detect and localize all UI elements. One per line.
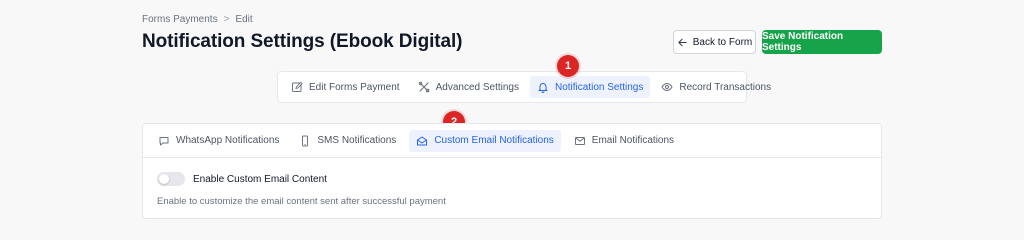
tab-label: Record Transactions (679, 81, 772, 93)
breadcrumb-current: Edit (235, 14, 253, 25)
tab-label: Notification Settings (554, 81, 644, 93)
arrow-left-icon (678, 38, 687, 46)
step-badge-1: 1 (557, 55, 579, 77)
eye-icon (661, 82, 673, 92)
notification-card: WhatsApp Notifications SMS Notifications… (142, 123, 882, 219)
phone-icon (302, 135, 309, 146)
page-title: Notification Settings (Ebook Digital) (142, 31, 463, 52)
tab-label: Edit Forms Payment (309, 81, 400, 93)
breadcrumb-parent[interactable]: Forms Payments (142, 14, 218, 25)
tab-advanced-settings[interactable]: Advanced Settings (411, 76, 526, 98)
save-notification-settings-button[interactable]: Save Notification Settings (762, 30, 882, 54)
tab-notification-settings[interactable]: Notification Settings (529, 76, 651, 98)
mail-icon (574, 136, 585, 145)
tab-label: Custom Email Notifications (434, 135, 554, 146)
sub-tabs: WhatsApp Notifications SMS Notifications… (143, 124, 881, 158)
back-to-form-label: Back to Form (692, 36, 753, 48)
breadcrumb-separator: > (223, 14, 230, 25)
tab-label: Email Notifications (591, 135, 675, 146)
toggle-label: Enable Custom Email Content (193, 173, 327, 185)
subtab-sms-notifications[interactable]: SMS Notifications (292, 130, 403, 152)
tab-label: SMS Notifications (317, 135, 397, 146)
subtab-whatsapp-notifications[interactable]: WhatsApp Notifications (151, 130, 286, 152)
tab-record-transactions[interactable]: Record Transactions (654, 76, 778, 98)
enable-custom-email-toggle[interactable] (157, 172, 185, 186)
breadcrumb: Forms Payments > Edit (142, 14, 253, 25)
toggle-row: Enable Custom Email Content (157, 172, 867, 186)
tab-label: Advanced Settings (435, 81, 519, 93)
tools-icon (418, 81, 429, 93)
main-tabs: Edit Forms Payment Advanced Settings Not… (277, 71, 771, 103)
tab-label: WhatsApp Notifications (176, 135, 280, 146)
custom-email-panel: Enable Custom Email Content Enable to cu… (143, 158, 881, 221)
envelope-open-icon (417, 136, 428, 145)
chat-icon (159, 136, 169, 145)
edit-icon (292, 81, 303, 92)
toggle-knob (159, 174, 169, 184)
subtab-custom-email-notifications[interactable]: Custom Email Notifications (409, 129, 561, 152)
bell-icon (538, 83, 548, 93)
subtab-email-notifications[interactable]: Email Notifications (567, 130, 681, 152)
back-to-form-button[interactable]: Back to Form (673, 30, 756, 54)
tab-edit-forms-payment[interactable]: Edit Forms Payment (284, 76, 407, 98)
help-text: Enable to customize the email content se… (157, 196, 446, 207)
